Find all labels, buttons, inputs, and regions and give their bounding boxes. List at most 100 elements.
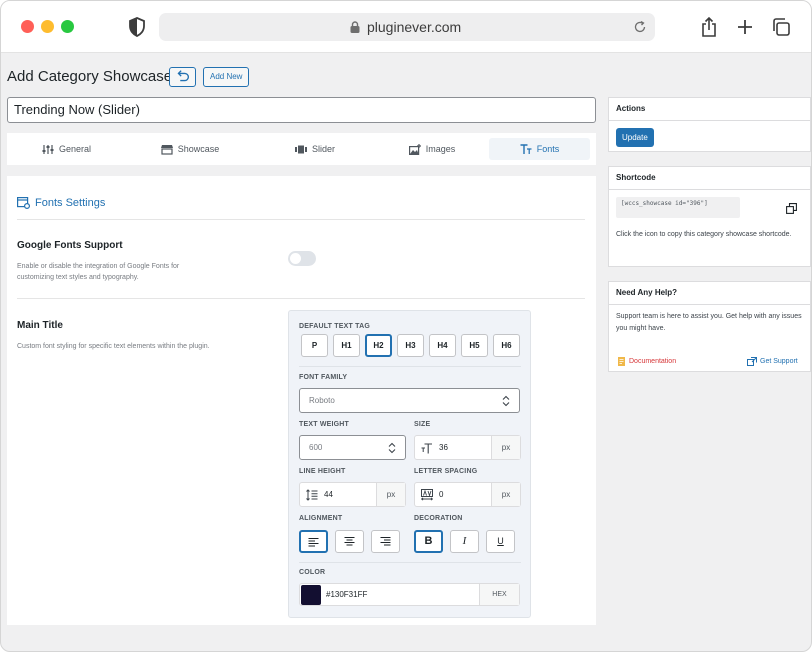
line-height-unit: px	[376, 483, 405, 506]
text-weight-label: TEXT WEIGHT	[299, 421, 350, 428]
address-text: pluginever.com	[367, 19, 462, 35]
reload-icon[interactable]	[633, 20, 647, 34]
tab-label: Fonts	[536, 144, 560, 154]
font-size-unit: px	[491, 436, 520, 459]
chevron-up-down-icon	[502, 395, 510, 407]
letter-spacing-label: LETTER SPACING	[414, 468, 478, 475]
font-family-select[interactable]: Roboto	[299, 388, 520, 413]
tab-showcase[interactable]: Showcase	[130, 138, 250, 160]
new-tab-icon[interactable]	[735, 16, 755, 38]
add-new-button[interactable]: Add New	[203, 67, 250, 87]
tab-label: General	[58, 144, 92, 154]
line-height-icon	[306, 489, 318, 501]
browser-window: pluginever.com Add Category Showcase Add…	[0, 0, 812, 652]
undo-arrow-icon	[177, 70, 190, 82]
align-right-button[interactable]	[371, 530, 400, 553]
get-support-text: Get Support	[760, 358, 798, 365]
letter-spacing-icon	[421, 489, 433, 501]
panel-heading-text: Fonts Settings	[35, 197, 106, 209]
alignment-label: ALIGNMENT	[299, 515, 343, 522]
font-family-value: Roboto	[309, 396, 335, 405]
tab-fonts[interactable]: Fonts	[489, 138, 590, 160]
divider	[17, 298, 585, 299]
showcase-title-input[interactable]: Trending Now (Slider)	[7, 97, 596, 123]
document-icon	[618, 357, 625, 366]
bold-button[interactable]: B	[414, 530, 443, 553]
tag-button-h4[interactable]: H4	[429, 334, 456, 357]
font-controls: DEFAULT TEXT TAG P H1 H2 H3 H4 H5 H6 FON…	[288, 310, 531, 618]
documentation-link[interactable]: Documentation	[618, 357, 676, 366]
text-size-icon	[520, 143, 532, 154]
tag-button-h3[interactable]: H3	[397, 334, 424, 357]
slides-icon	[294, 145, 307, 153]
actions-box: Actions Update	[608, 97, 811, 152]
shortcode-description: Click the icon to copy this category sho…	[616, 231, 792, 238]
tab-label: Images	[425, 144, 456, 154]
tag-button-h5[interactable]: H5	[461, 334, 488, 357]
tab-slider[interactable]: Slider	[260, 138, 370, 160]
share-icon[interactable]	[699, 16, 719, 38]
lock-icon	[350, 21, 360, 33]
tag-button-h1[interactable]: H1	[333, 334, 360, 357]
google-fonts-description: Enable or disable the integration of Goo…	[17, 263, 180, 281]
color-swatch[interactable]	[301, 585, 321, 605]
underline-button[interactable]: U	[486, 530, 515, 553]
shortcode-box: Shortcode [wccs_showcase id="396"] Click…	[608, 166, 811, 267]
align-right-icon	[380, 537, 391, 546]
minimize-window-button[interactable]	[41, 20, 54, 33]
align-left-button[interactable]	[299, 530, 328, 553]
chevron-up-down-icon	[388, 442, 396, 454]
font-size-icon	[421, 443, 432, 454]
color-value: #130F31FF	[326, 590, 368, 599]
external-link-icon	[747, 357, 757, 366]
letter-spacing-value: 0	[439, 490, 444, 499]
google-fonts-toggle[interactable]	[288, 251, 316, 266]
get-support-link[interactable]: Get Support	[747, 357, 798, 366]
privacy-shield-icon[interactable]	[128, 17, 146, 37]
divider	[17, 219, 585, 220]
tab-label: Slider	[311, 144, 335, 154]
settings-window-icon	[17, 197, 30, 209]
main-title-heading: Main Title	[17, 320, 63, 331]
color-format-label[interactable]: HEX	[479, 584, 519, 605]
align-center-button[interactable]	[335, 530, 364, 553]
decoration-label: DECORATION	[414, 515, 463, 522]
toggle-knob	[290, 253, 301, 264]
sliders-icon	[42, 144, 54, 154]
documentation-text: Documentation	[629, 358, 677, 365]
tag-button-h6[interactable]: H6	[493, 334, 520, 357]
fonts-settings-panel: Fonts Settings Google Fonts Support Enab…	[7, 176, 596, 625]
letter-spacing-field[interactable]: 0 px	[414, 482, 521, 507]
settings-tabs: General Showcase Slider Images Fonts	[7, 133, 596, 165]
address-bar[interactable]: pluginever.com	[159, 13, 655, 41]
line-height-value: 44	[324, 490, 333, 499]
tag-button-h2[interactable]: H2	[365, 334, 392, 357]
text-weight-select[interactable]: 600	[299, 435, 406, 460]
line-height-field[interactable]: 44 px	[299, 482, 406, 507]
color-picker[interactable]: #130F31FF HEX	[299, 583, 520, 606]
close-window-button[interactable]	[21, 20, 34, 33]
shortcode-field[interactable]: [wccs_showcase id="396"]	[616, 197, 740, 218]
align-left-icon	[308, 538, 319, 547]
zoom-window-button[interactable]	[61, 20, 74, 33]
back-button[interactable]	[169, 67, 196, 87]
main-title-description: Custom font styling for specific text el…	[17, 343, 210, 350]
panel-heading: Fonts Settings	[17, 197, 105, 209]
text-weight-value: 600	[309, 443, 323, 452]
divider	[299, 366, 521, 367]
tag-button-p[interactable]: P	[301, 334, 328, 357]
tab-images[interactable]: Images	[377, 138, 487, 160]
help-description: Support team is here to assist you. Get …	[616, 313, 802, 332]
tab-overview-icon[interactable]	[771, 16, 791, 38]
line-height-label: LINE HEIGHT	[299, 468, 346, 475]
tab-general[interactable]: General	[13, 138, 120, 160]
font-size-field[interactable]: 36 px	[414, 435, 521, 460]
divider	[299, 562, 521, 563]
italic-button[interactable]: I	[450, 530, 479, 553]
browser-toolbar: pluginever.com	[1, 1, 811, 53]
help-box: Need Any Help? Support team is here to a…	[608, 281, 811, 372]
update-button[interactable]: Update	[616, 128, 654, 147]
text-tag-label: DEFAULT TEXT TAG	[299, 323, 370, 330]
copy-icon[interactable]	[786, 203, 797, 214]
letter-spacing-unit: px	[491, 483, 520, 506]
